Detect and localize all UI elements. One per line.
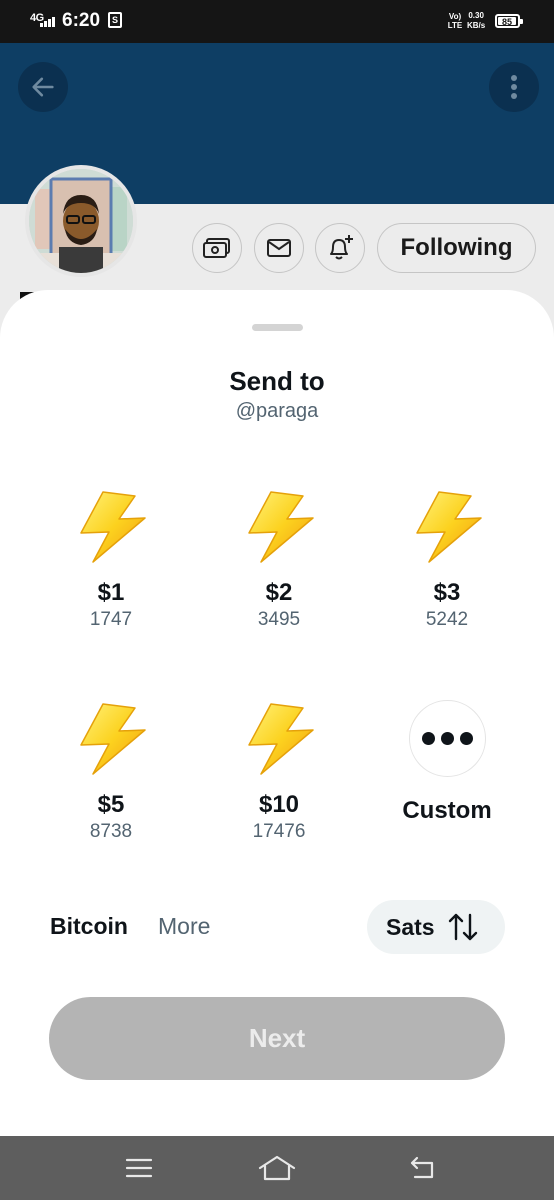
screenshot-notification-icon: S bbox=[108, 12, 122, 28]
arrow-left-icon bbox=[32, 77, 54, 97]
home-icon bbox=[258, 1155, 296, 1181]
unit-label: Sats bbox=[386, 913, 435, 940]
sheet-drag-handle[interactable] bbox=[252, 324, 303, 331]
bell-plus-icon bbox=[330, 235, 353, 260]
system-nav-bar bbox=[0, 1136, 554, 1200]
amount-option-1[interactable]: $1 1747 bbox=[41, 486, 181, 631]
amount-usd: $10 bbox=[258, 791, 300, 818]
amount-option-3[interactable]: $3 5242 bbox=[377, 486, 517, 631]
amount-usd: $3 bbox=[433, 579, 461, 606]
menu-icon bbox=[125, 1158, 153, 1178]
swap-vertical-icon bbox=[448, 913, 477, 941]
lightning-bolt-icon bbox=[239, 698, 319, 778]
nav-home-button[interactable] bbox=[257, 1150, 297, 1186]
tab-more[interactable]: More bbox=[158, 913, 210, 940]
message-button[interactable] bbox=[254, 223, 304, 273]
amount-option-2[interactable]: $2 3495 bbox=[209, 486, 349, 631]
amount-sats: 8738 bbox=[89, 821, 133, 842]
lightning-bolt-icon bbox=[71, 486, 151, 566]
envelope-icon bbox=[267, 239, 291, 257]
network-speed: 0.30 KB/s bbox=[467, 11, 485, 31]
back-icon bbox=[410, 1156, 434, 1179]
amount-sats: 5242 bbox=[425, 609, 469, 630]
lightning-bolt-icon bbox=[239, 486, 319, 566]
sheet-title: Send to bbox=[229, 366, 325, 396]
notifications-button[interactable] bbox=[315, 223, 365, 273]
network-speed-value: 0.30 bbox=[468, 11, 484, 20]
money-icon bbox=[203, 238, 230, 258]
overflow-menu-button[interactable] bbox=[489, 62, 539, 112]
custom-amount-button[interactable] bbox=[409, 700, 486, 777]
amount-usd: $5 bbox=[97, 791, 125, 818]
following-button[interactable]: Following bbox=[377, 223, 536, 273]
custom-amount-label[interactable]: Custom bbox=[377, 797, 517, 825]
amount-sats: 17476 bbox=[252, 821, 306, 842]
amount-usd: $2 bbox=[265, 579, 293, 606]
ellipsis-icon bbox=[422, 732, 435, 745]
avatar-image bbox=[29, 169, 133, 273]
lightning-bolt-icon bbox=[407, 486, 487, 566]
recipient-handle: @paraga bbox=[235, 400, 319, 422]
battery-icon: 85 bbox=[495, 14, 523, 28]
unit-toggle-button[interactable]: Sats bbox=[367, 900, 505, 954]
amount-sats: 3495 bbox=[257, 609, 301, 630]
volte-indicator: Vo) LTE bbox=[447, 12, 463, 30]
lightning-bolt-icon bbox=[71, 698, 151, 778]
signal-icon bbox=[40, 15, 58, 27]
battery-level: 85 bbox=[498, 17, 516, 27]
amount-option-5[interactable]: $5 8738 bbox=[41, 698, 181, 843]
nav-back-button[interactable] bbox=[402, 1150, 442, 1186]
clock: 6:20 bbox=[62, 10, 101, 31]
amount-sats: 1747 bbox=[89, 609, 133, 630]
network-speed-unit: KB/s bbox=[467, 21, 486, 30]
back-button[interactable] bbox=[18, 62, 68, 112]
tab-bitcoin[interactable]: Bitcoin bbox=[50, 913, 128, 940]
next-button[interactable]: Next bbox=[49, 997, 505, 1080]
amount-option-10[interactable]: $10 17476 bbox=[209, 698, 349, 843]
status-bar: 4G 6:20 S Vo) LTE 0.30 KB/s 85 bbox=[0, 0, 554, 43]
tip-button[interactable] bbox=[192, 223, 242, 273]
avatar[interactable] bbox=[25, 165, 137, 277]
more-vertical-icon bbox=[511, 75, 517, 99]
amount-usd: $1 bbox=[97, 579, 125, 606]
nav-menu-button[interactable] bbox=[119, 1150, 159, 1186]
